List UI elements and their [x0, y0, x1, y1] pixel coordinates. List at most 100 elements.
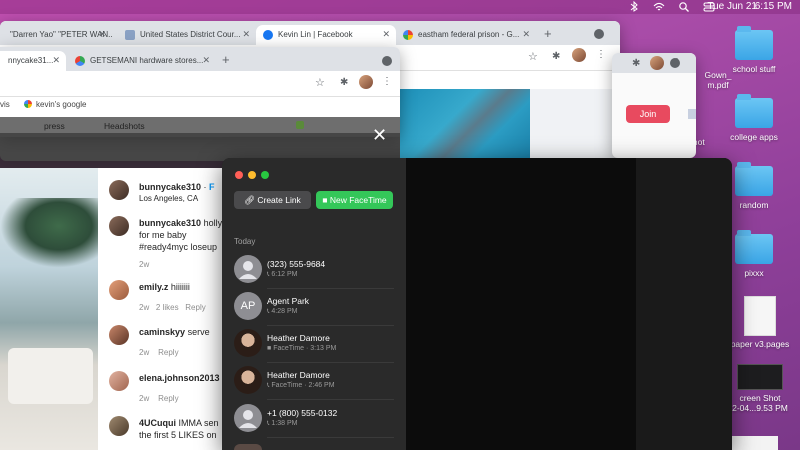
profile-avatar[interactable] — [572, 48, 586, 62]
window-zoom-button[interactable] — [261, 171, 269, 179]
contact-photo-avatar — [234, 329, 262, 357]
close-icon[interactable]: ✕ — [382, 29, 390, 40]
tab-facebook[interactable]: Kevin Lin | Facebook ✕ — [256, 25, 396, 45]
comment-likes[interactable]: 2 likes — [156, 303, 179, 312]
close-icon[interactable]: ✕ — [52, 55, 60, 66]
facetime-window[interactable]: 🔗︎ Create Link ■ New FaceTime Today (323… — [222, 158, 732, 450]
search-icon[interactable] — [678, 1, 690, 13]
desktop-folder-college-apps[interactable]: college apps — [719, 94, 789, 142]
call-time: 6:12 PM — [271, 271, 298, 278]
desktop-file-screen-shot[interactable]: creen Shot 2-04...9.53 PM — [725, 364, 795, 413]
facetime-video-area — [406, 158, 636, 450]
highlight-thumbnail[interactable] — [296, 121, 304, 129]
bluetooth-icon[interactable] — [628, 1, 640, 13]
file-label: creen Shot 2-04...9.53 PM — [732, 393, 788, 413]
tab-getsemani[interactable]: GETSEMANI hardware stores... ✕ — [68, 51, 216, 71]
divider — [267, 288, 394, 289]
call-row[interactable]: +1 (800) 555-0132 📞︎ 1:38 PM — [234, 404, 394, 441]
comment-username[interactable]: emily.z — [139, 282, 168, 292]
favicon-icon — [125, 30, 135, 40]
desktop-file-thumbnail[interactable] — [732, 436, 778, 450]
comment-text: hiiiiiii — [170, 282, 190, 292]
comments-panel: bunnycake310 · F Los Angeles, CA bunnyca… — [98, 168, 222, 450]
close-icon[interactable]: ✕ — [98, 29, 106, 40]
bookmark-item[interactable]: vis — [0, 100, 10, 109]
call-time: 1:38 PM — [271, 420, 298, 427]
profile-avatar[interactable] — [359, 75, 373, 89]
divider — [267, 399, 394, 400]
close-icon[interactable]: ✕ — [372, 125, 387, 146]
call-row[interactable]: AP Agent Park 📞︎ 4:28 PM — [234, 292, 394, 329]
button-label: New FaceTime — [329, 195, 387, 205]
close-icon[interactable]: ✕ — [242, 29, 250, 40]
profile-avatar[interactable] — [650, 56, 664, 70]
extensions-icon[interactable]: ✱ — [552, 51, 560, 62]
avatar[interactable] — [109, 280, 129, 300]
contact-placeholder-avatar — [234, 404, 262, 432]
bookmark-star-icon[interactable]: ☆ — [528, 50, 538, 63]
reply-button[interactable]: Reply — [158, 348, 178, 357]
call-row[interactable]: Heather Damore ■ FaceTime · 3:13 PM — [234, 329, 394, 366]
menu-kebab-icon[interactable]: ⋮ — [672, 57, 682, 68]
comment-username[interactable]: bunnycake310 — [139, 218, 201, 228]
tab-district-court[interactable]: United States District Cour... ✕ — [118, 25, 256, 45]
menu-kebab-icon[interactable]: ⋮ — [382, 76, 392, 87]
new-tab-icon[interactable]: + — [544, 26, 552, 41]
avatar[interactable] — [109, 416, 129, 436]
facebook-icon — [263, 30, 273, 40]
reply-button[interactable]: Reply — [185, 303, 205, 312]
avatar[interactable] — [109, 371, 129, 391]
wifi-icon[interactable] — [653, 1, 665, 13]
comment-text: holly — [203, 218, 223, 228]
comment-username[interactable]: caminskyy — [139, 327, 185, 337]
desktop-folder-school-stuff[interactable]: school stuff — [719, 26, 789, 74]
contact-photo-avatar[interactable] — [234, 444, 262, 450]
comment-username[interactable]: elena.johnson2013 — [139, 373, 220, 383]
menubar-time[interactable]: 6:15 PM — [755, 1, 792, 12]
join-button[interactable]: Join — [626, 105, 670, 123]
avatar[interactable] — [109, 180, 129, 200]
comment-text: IMMA sen — [178, 418, 219, 428]
close-icon[interactable]: ✕ — [202, 55, 210, 66]
cushion — [8, 348, 93, 404]
create-link-button[interactable]: 🔗︎ Create Link — [234, 191, 311, 209]
menubar-date[interactable]: Tue Jun 21 — [707, 1, 757, 12]
folder-label: school stuff — [732, 64, 776, 74]
menu-kebab-icon[interactable]: ⋮ — [596, 49, 606, 60]
call-row[interactable]: (323) 555-9684 📞︎ 6:12 PM — [234, 255, 394, 292]
extensions-icon[interactable]: ✱ — [632, 58, 640, 69]
highlight-label[interactable]: Headshots — [104, 121, 145, 131]
facebook-page-body — [530, 89, 620, 161]
tab-search-icon[interactable] — [594, 29, 604, 39]
divider — [267, 325, 394, 326]
avatar[interactable] — [109, 216, 129, 236]
follow-button[interactable]: F — [209, 182, 215, 192]
screenshot-thumbnail — [737, 364, 783, 390]
comment-username[interactable]: 4UCuqui — [139, 418, 176, 428]
post-username[interactable]: bunnycake310 — [139, 182, 201, 192]
highlight-label[interactable]: press — [44, 121, 65, 131]
comment-text: for me baby — [139, 230, 187, 240]
desktop-file-paper-pages[interactable]: paper v3.pages — [725, 296, 795, 349]
extensions-icon[interactable]: ✱ — [340, 77, 348, 88]
avatar[interactable] — [109, 325, 129, 345]
post-photo[interactable] — [0, 168, 98, 450]
bookmark-item[interactable]: kevin's google — [36, 100, 86, 109]
tab-bunnycake[interactable]: nnycake31... ✕ — [0, 51, 66, 71]
window-close-button[interactable] — [235, 171, 243, 179]
folder-label: college apps — [730, 132, 778, 142]
call-time: 4:28 PM — [271, 308, 298, 315]
new-tab-icon[interactable]: + — [222, 52, 230, 67]
post-location[interactable]: Los Angeles, CA — [139, 193, 198, 205]
call-row[interactable]: Heather Damore 📞︎ FaceTime · 2:46 PM — [234, 366, 394, 403]
browser-window-third[interactable]: ✱ ⋮ Join — [612, 53, 696, 158]
tab-darren-yao[interactable]: "Darren Yao" "PETER WAN... ✕ — [0, 25, 112, 45]
new-facetime-button[interactable]: ■ New FaceTime — [316, 191, 393, 209]
tab-eastham-search[interactable]: eastham federal prison - G... ✕ — [396, 25, 536, 45]
reply-button[interactable]: Reply — [158, 394, 178, 403]
window-minimize-button[interactable] — [248, 171, 256, 179]
tab-search-icon[interactable] — [382, 56, 392, 66]
bookmark-star-icon[interactable]: ☆ — [315, 76, 325, 89]
call-name: Heather Damore — [267, 370, 330, 380]
close-icon[interactable]: ✕ — [522, 29, 530, 40]
